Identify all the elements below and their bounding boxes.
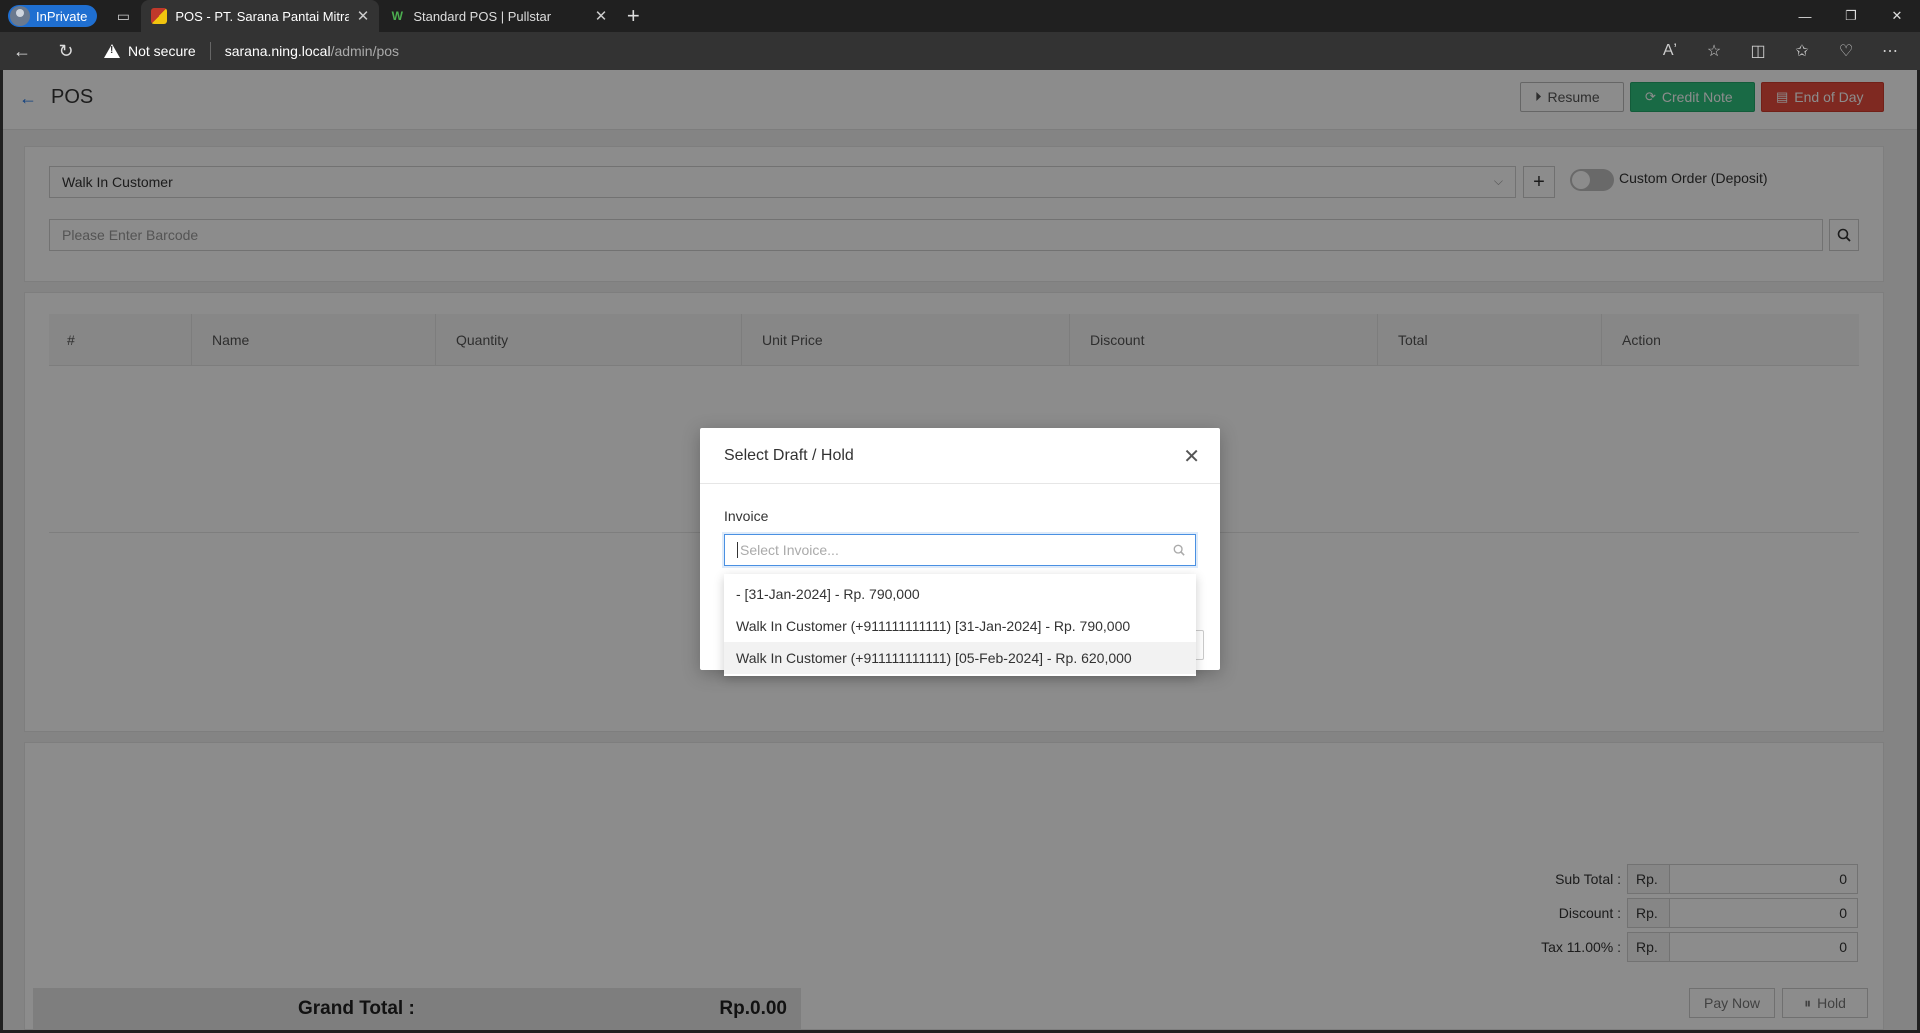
browser-tab-bar: InPrivate ▭ POS - PT. Sarana Pantai Mitr… bbox=[0, 0, 1920, 32]
split-screen-icon[interactable]: ◫ bbox=[1736, 32, 1780, 70]
window-controls: — ❐ ✕ bbox=[1782, 0, 1920, 32]
text-caret bbox=[737, 542, 738, 558]
address-bar: ← ↻ Not secure sarana.ning.local/admin/p… bbox=[0, 32, 1920, 70]
invoice-field-label: Invoice bbox=[724, 508, 769, 524]
read-aloud-icon[interactable]: Aʼ bbox=[1648, 32, 1692, 70]
refresh-icon[interactable]: ↻ bbox=[44, 32, 88, 70]
browser-essentials-icon[interactable]: ♡ bbox=[1824, 32, 1868, 70]
modal-body: Invoice Select Invoice... bbox=[700, 484, 1220, 566]
invoice-placeholder: Select Invoice... bbox=[740, 542, 839, 558]
invoice-option[interactable]: Walk In Customer (+911111111111) [31-Jan… bbox=[724, 610, 1196, 642]
inprivate-label: InPrivate bbox=[36, 8, 88, 24]
back-icon[interactable]: ← bbox=[0, 32, 44, 70]
url-host: sarana.ning.local bbox=[224, 43, 331, 59]
close-window-icon[interactable]: ✕ bbox=[1874, 0, 1920, 32]
invoice-dropdown: - [31-Jan-2024] - Rp. 790,000 Walk In Cu… bbox=[724, 574, 1196, 676]
not-secure-warning-icon bbox=[104, 44, 120, 58]
invoice-option[interactable]: - [31-Jan-2024] - Rp. 790,000 bbox=[724, 578, 1196, 610]
tab-title: POS - PT. Sarana Pantai Mitra Se bbox=[175, 8, 349, 24]
invoice-option[interactable]: Walk In Customer (+911111111111) [05-Feb… bbox=[724, 642, 1196, 674]
address-bar-actions: Aʼ ☆ ◫ ✩ ♡ ⋯ bbox=[1648, 32, 1912, 70]
search-icon bbox=[1173, 544, 1185, 556]
favorites-icon[interactable]: ✩ bbox=[1780, 32, 1824, 70]
tab-close-icon[interactable]: ✕ bbox=[595, 7, 608, 25]
minimize-icon[interactable]: — bbox=[1782, 0, 1828, 32]
tab-title: Standard POS | Pullstar bbox=[413, 8, 552, 24]
restore-icon[interactable]: ❐ bbox=[1828, 0, 1874, 32]
favorite-star-icon[interactable]: ☆ bbox=[1692, 32, 1736, 70]
new-tab-icon[interactable]: + bbox=[617, 0, 649, 32]
close-icon[interactable]: ✕ bbox=[1183, 444, 1200, 469]
browser-tab-pos[interactable]: POS - PT. Sarana Pantai Mitra Se ✕ bbox=[141, 0, 380, 32]
url-box[interactable]: Not secure sarana.ning.local/admin/pos bbox=[92, 36, 399, 66]
tab-actions-icon[interactable]: ▭ bbox=[105, 0, 141, 32]
profile-avatar-icon bbox=[10, 6, 30, 26]
more-menu-icon[interactable]: ⋯ bbox=[1868, 32, 1912, 70]
site-favicon-icon bbox=[151, 8, 168, 24]
pullstar-favicon-icon: W bbox=[391, 9, 403, 23]
modal-header: Select Draft / Hold ✕ bbox=[700, 428, 1220, 484]
invoice-search-input[interactable]: Select Invoice... bbox=[724, 534, 1196, 566]
browser-tab-pullstar[interactable]: W Standard POS | Pullstar ✕ bbox=[379, 0, 617, 32]
tab-close-icon[interactable]: ✕ bbox=[357, 7, 370, 25]
url-separator bbox=[209, 42, 211, 60]
inprivate-badge[interactable]: InPrivate bbox=[8, 5, 98, 27]
not-secure-label: Not secure bbox=[128, 43, 196, 59]
modal-title: Select Draft / Hold bbox=[724, 446, 854, 464]
url-path: /admin/pos bbox=[330, 43, 400, 59]
